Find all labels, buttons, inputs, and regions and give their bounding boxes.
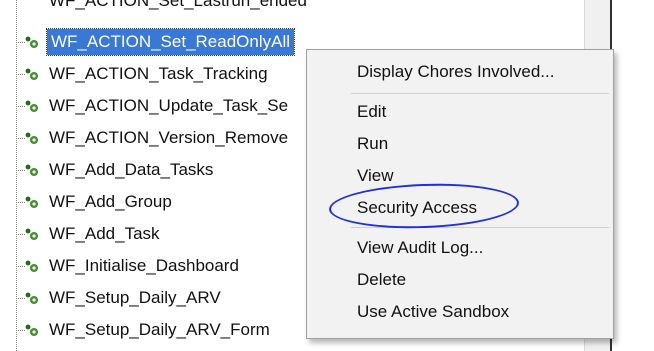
workflow-gear-icon (25, 292, 38, 304)
menu-item-edit[interactable]: Edit (307, 96, 613, 128)
menu-separator (351, 93, 609, 94)
workflow-gear-icon (25, 324, 38, 336)
tree-item-label: WF_ACTION_Set_ReadOnlyAll (45, 28, 296, 56)
workflow-gear-icon (25, 68, 38, 80)
tree-item-label: WF_Setup_Daily_ARV_Form (49, 320, 270, 339)
workflow-gear-icon (25, 132, 38, 144)
menu-item-display-chores[interactable]: Display Chores Involved... (307, 56, 613, 88)
workflow-gear-icon (25, 36, 38, 48)
workflow-gear-icon (25, 228, 38, 240)
tree-item-label: WF_Setup_Daily_ARV (49, 288, 221, 307)
workflow-gear-icon (25, 260, 38, 272)
menu-item-view-audit-log[interactable]: View Audit Log... (307, 232, 613, 264)
tree-item-label: WF_Add_Data_Tasks (49, 160, 214, 179)
menu-item-delete[interactable]: Delete (307, 264, 613, 296)
tree-item-label: WF_ACTION_Set_Lastrun_ended (49, 0, 307, 10)
workflow-gear-icon (25, 164, 38, 176)
tree-item-label: WF_Initialise_Dashboard (49, 256, 239, 275)
tree-item-label: WF_ACTION_Task_Tracking (49, 64, 268, 83)
menu-item-use-active-sandbox[interactable]: Use Active Sandbox (307, 296, 613, 328)
workflow-gear-icon (25, 196, 38, 208)
tree-item-label: WF_ACTION_Version_Remove (49, 128, 289, 147)
tree-item-label: WF_Add_Group (49, 192, 172, 211)
workflow-gear-icon (25, 100, 38, 112)
tree-item-label: WF_Add_Task (49, 224, 160, 243)
tree-item[interactable]: WF_ACTION_Set_Lastrun_ended (0, 0, 610, 28)
menu-item-run[interactable]: Run (307, 128, 613, 160)
tree-item-label: WF_ACTION_Update_Task_Se (49, 96, 289, 115)
